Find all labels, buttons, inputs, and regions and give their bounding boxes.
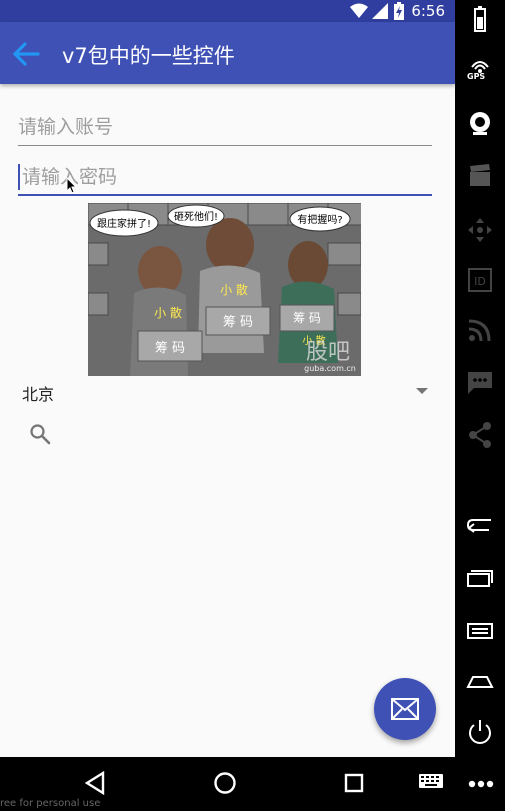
meme-bubble-2: 砸死他们! [174,210,218,223]
signal-icon [372,3,388,19]
mail-icon [391,698,419,720]
password-input[interactable] [18,160,432,194]
gps-icon[interactable] [465,55,495,73]
menu-icon[interactable] [465,615,495,645]
app-bar: v7包中的一些控件 [0,22,455,84]
camera-icon[interactable] [465,108,495,138]
mouse-cursor-icon [66,177,78,194]
dpad-icon[interactable] [465,215,495,245]
meme-image: 跟庄家拼了! 砸死他们! 有把握吗? 小 散 小 散 筹 码 筹 码 筹 码 小… [88,203,361,376]
wifi-icon [350,3,368,18]
meme-label-2: 小 散 [220,282,248,297]
account-field[interactable] [18,110,432,146]
meme-label-4: 筹 码 [223,314,253,330]
keyboard-icon[interactable] [419,774,443,792]
search-icon[interactable] [28,422,52,446]
id-label: ID [474,275,486,288]
battery-charging-icon [394,2,404,20]
meme-bricks-illustration: 跟庄家拼了! 砸死他们! 有把握吗? 小 散 小 散 筹 码 筹 码 筹 码 小… [88,203,361,376]
meme-label-5: 筹 码 [293,311,321,325]
back-triangle-icon[interactable] [84,771,106,795]
recent-icon[interactable] [465,563,495,593]
status-time: 6:56 [411,2,445,20]
home-circle-icon[interactable] [213,771,237,795]
status-bar: 6:56 [0,0,455,22]
emulator-window: 6:56 v7包中的一些控件 请输入账号 跟庄家拼了! 砸死他们! 有把握吗? … [0,0,505,811]
clapper-icon[interactable] [465,160,495,190]
password-field[interactable] [18,160,432,196]
emulator-toolbar: GPS ID [455,0,505,757]
id-icon[interactable]: ID [465,265,495,295]
account-input[interactable] [18,110,432,144]
home-icon[interactable] [465,665,495,695]
more-icon[interactable] [468,780,494,788]
back-icon[interactable] [465,510,495,540]
message-icon[interactable] [465,368,495,398]
meme-bubble-1: 跟庄家拼了! [97,217,151,230]
meme-watermark-url: guba.com.cn [304,364,356,373]
gps-label: GPS [467,72,486,81]
meme-label-3: 筹 码 [155,340,185,356]
meme-watermark: 股吧 [306,340,350,365]
power-icon[interactable] [465,717,495,747]
page-title: v7包中的一些控件 [62,44,235,68]
meme-label-1: 小 散 [154,305,182,320]
text-caret [18,164,20,190]
city-spinner[interactable]: 北京 [0,376,440,408]
spinner-selected-value: 北京 [22,385,55,404]
meme-bubble-3: 有把握吗? [297,213,342,226]
recents-square-icon[interactable] [344,773,364,793]
rss-icon[interactable] [465,315,495,345]
footer-watermark: ree for personal use [0,798,101,809]
mail-fab-button[interactable] [374,678,436,740]
share-icon[interactable] [465,420,495,450]
phone-screen: 6:56 v7包中的一些控件 请输入账号 跟庄家拼了! 砸死他们! 有把握吗? … [0,0,455,757]
dropdown-arrow-icon [416,388,428,394]
battery-icon[interactable] [465,5,495,35]
arrow-back-icon[interactable] [10,38,42,70]
